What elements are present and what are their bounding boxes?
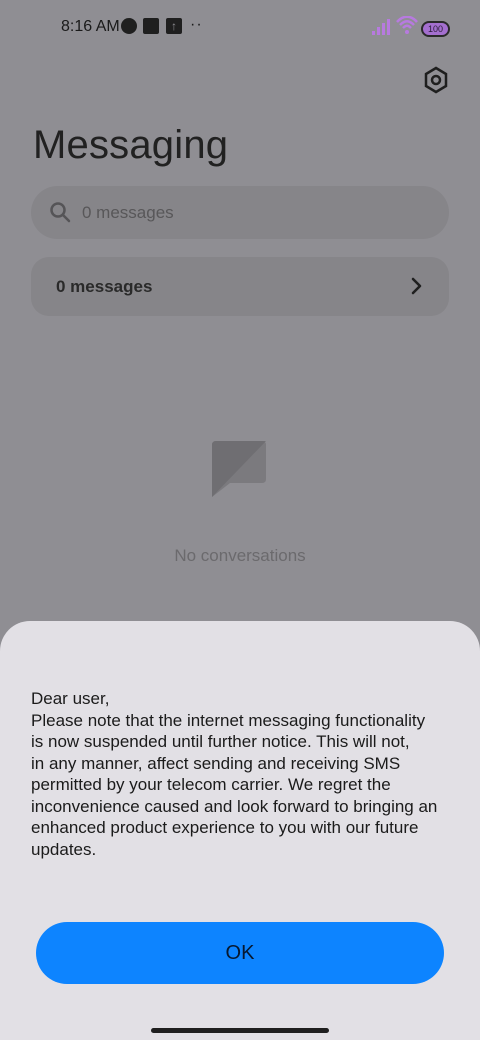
chat-bubble-icon — [212, 441, 266, 497]
notice-line: inconvenience caused and look forward to… — [31, 796, 438, 816]
page-title: Messaging — [33, 123, 229, 167]
messages-row-label: 0 messages — [56, 277, 153, 296]
signal-icon — [372, 19, 390, 35]
gear-icon[interactable] — [422, 66, 450, 94]
notice-line: is now suspended until further notice. T… — [31, 732, 410, 751]
notice-line: Dear user, — [31, 689, 110, 708]
notice-message: Dear user, Please note that the internet… — [31, 688, 461, 860]
hotspot-icon — [121, 18, 137, 34]
notice-line: in any manner, affect sending and receiv… — [31, 753, 401, 773]
battery-icon: 100 — [421, 21, 450, 37]
search-placeholder: 0 messages — [82, 203, 174, 222]
notice-line: permitted by your telecom carrier. We re… — [31, 775, 391, 794]
notice-bottom-sheet: Dear user, Please note that the internet… — [0, 621, 480, 1040]
notice-line: Please note that the internet messaging … — [31, 710, 426, 730]
messages-row[interactable]: 0 messages — [31, 257, 449, 316]
empty-state-text: No conversations — [174, 546, 306, 565]
upload-icon: ↑ — [166, 18, 182, 34]
messaging-screen: 8:16 AM ↑ ·· 100 Messaging 0 messages 0 … — [0, 0, 480, 1040]
notice-line: enhanced product experience to you with … — [31, 818, 419, 837]
search-icon — [50, 202, 71, 223]
square-icon — [143, 18, 159, 34]
home-indicator[interactable] — [151, 1028, 329, 1033]
chevron-right-icon — [411, 277, 422, 295]
wifi-icon — [396, 16, 418, 34]
search-input[interactable]: 0 messages — [31, 186, 449, 239]
status-time: 8:16 AM — [61, 18, 120, 35]
ok-button[interactable]: OK — [36, 922, 444, 984]
status-bar: 8:16 AM ↑ ·· 100 — [0, 0, 480, 56]
more-icon: ·· — [190, 16, 203, 33]
notice-line: updates. — [31, 839, 97, 859]
